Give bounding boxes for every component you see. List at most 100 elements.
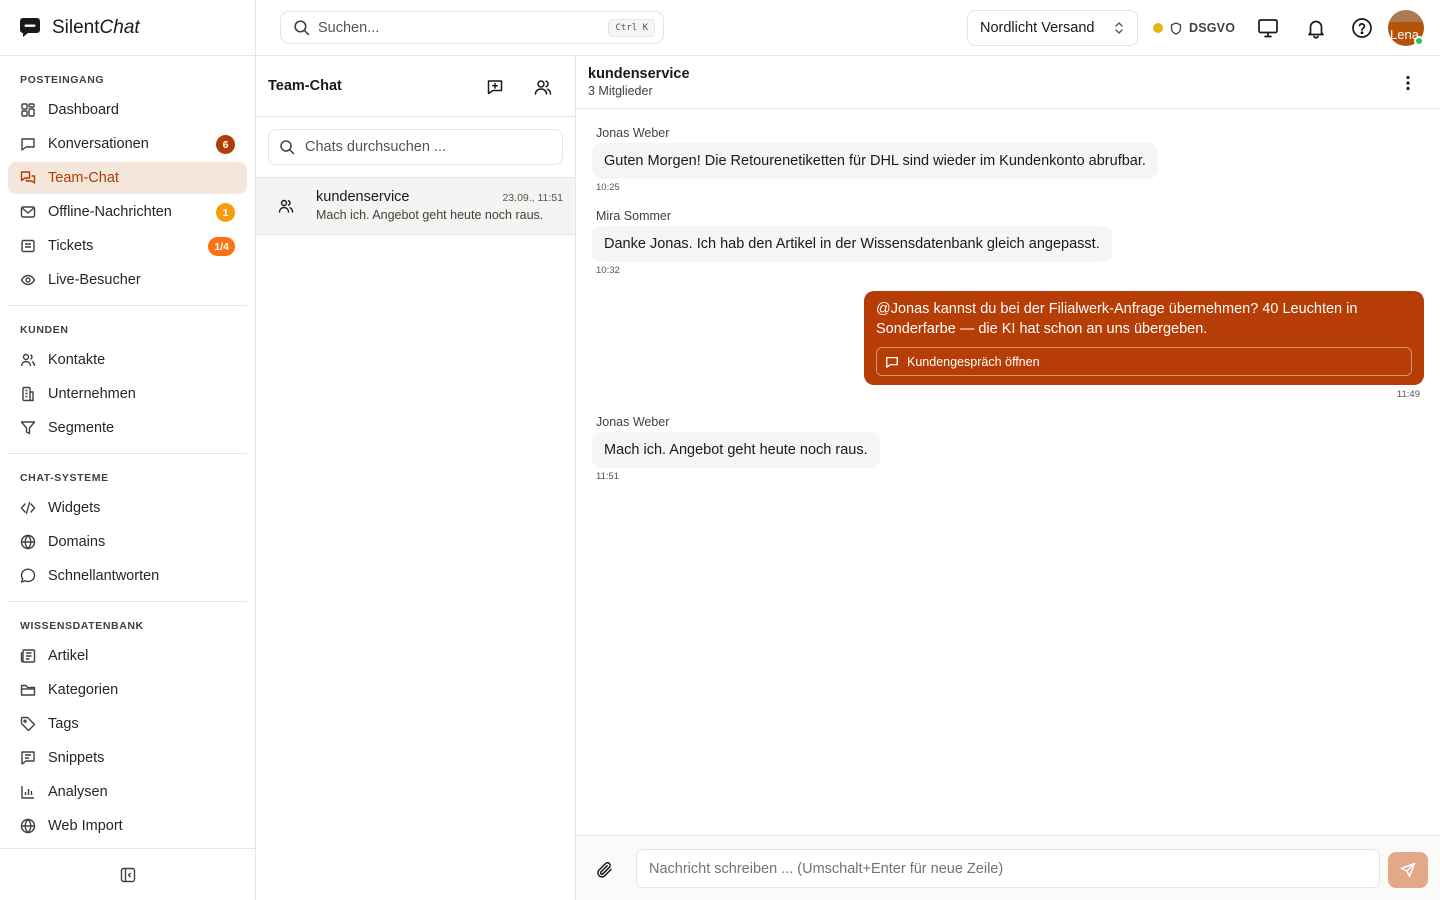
message-sender: Jonas Weber (596, 415, 670, 429)
bell-icon[interactable] (1304, 16, 1328, 40)
open-customer-conversation-label: Kundengespräch öffnen (907, 354, 1040, 369)
sidebar-item-label: Snippets (48, 750, 105, 766)
chat-search-input[interactable]: Chats durchsuchen ... (268, 129, 563, 165)
ticket-count-badge: 1/4 (208, 237, 235, 256)
sidebar-item-label: Konversationen (48, 136, 149, 152)
global-search-input[interactable]: Suchen... Ctrl K (280, 11, 664, 44)
sidebar-item-label: Tickets (48, 238, 94, 254)
sidebar-footer (0, 848, 256, 900)
message-sender: Jonas Weber (596, 126, 670, 140)
sidebar-item-offline-nachrichten[interactable]: Offline-Nachrichten 1 (8, 196, 247, 228)
dsgvo-status[interactable]: DSGVO (1153, 19, 1235, 37)
sidebar-item-tags[interactable]: Tags (8, 708, 247, 740)
message-time: 11:49 (1396, 389, 1420, 400)
sidebar-item-label: Domains (48, 534, 106, 550)
sidebar-item-schnellantworten[interactable]: Schnellantworten (8, 560, 247, 592)
sidebar-item-tickets[interactable]: Tickets 1/4 (8, 230, 247, 262)
message-time: 10:25 (596, 182, 620, 193)
conversation-header: kundenservice 3 Mitglieder (576, 56, 1440, 109)
sidebar-item-label: Kategorien (48, 682, 119, 698)
sidebar-item-label: Widgets (48, 500, 101, 516)
sidebar-item-label: Offline-Nachrichten (48, 204, 172, 220)
online-status-dot (1414, 36, 1424, 46)
collapse-sidebar-icon[interactable] (120, 867, 136, 883)
chat-preview: Mach ich. Angebot geht heute noch raus. (316, 208, 544, 222)
sidebar-item-label: Artikel (48, 648, 89, 664)
conversation-title: kundenservice (588, 66, 690, 82)
sidebar-item-label: Web Import (48, 818, 123, 834)
newspaper-icon (20, 648, 36, 664)
sidebar-item-label: Analysen (48, 784, 108, 800)
sidebar-item-web-import[interactable]: Web Import (8, 810, 247, 842)
monitor-icon[interactable] (1256, 16, 1280, 40)
more-options-icon[interactable] (1396, 71, 1420, 95)
messages-icon (20, 170, 36, 186)
sidebar-nav: POSTEINGANG Dashboard Konversationen 6 T… (8, 56, 247, 848)
members-icon[interactable] (531, 75, 555, 99)
sidebar-item-unternehmen[interactable]: Unternehmen (8, 378, 247, 410)
chat-list-item[interactable]: kundenservice 23.09., 11:51 Mach ich. An… (256, 178, 575, 235)
search-icon (293, 19, 310, 36)
sidebar: SilentChat POSTEINGANG Dashboard Konvers… (0, 0, 256, 900)
eye-icon (20, 272, 36, 288)
sidebar-item-live-besucher[interactable]: Live-Besucher (8, 264, 247, 296)
section-label-chat-systeme: CHAT-SYSTEME (20, 472, 109, 484)
send-button[interactable] (1388, 852, 1428, 888)
folder-icon (20, 682, 36, 698)
sidebar-item-label: Live-Besucher (48, 272, 141, 288)
sidebar-item-label: Kontakte (48, 352, 106, 368)
mail-icon (20, 204, 36, 220)
open-customer-conversation-button[interactable]: Kundengespräch öffnen (876, 347, 1412, 376)
sidebar-item-label: Tags (48, 716, 79, 732)
tag-icon (20, 716, 36, 732)
dashboard-icon (20, 102, 36, 118)
store-switcher[interactable]: Nordlicht Versand (967, 10, 1138, 46)
brand-logo[interactable]: SilentChat (18, 14, 140, 42)
sidebar-item-konversationen[interactable]: Konversationen 6 (8, 128, 247, 160)
message-input[interactable]: Nachricht schreiben ... (Umschalt+Enter … (636, 849, 1380, 888)
sidebar-item-snippets[interactable]: Snippets (8, 742, 247, 774)
bar-chart-icon (20, 784, 36, 800)
message-time: 10:32 (596, 265, 620, 276)
message-time: 11:51 (596, 471, 620, 482)
users-icon (20, 352, 36, 368)
conversation-member-count: 3 Mitglieder (588, 84, 653, 98)
message-square-icon (885, 355, 899, 369)
sidebar-item-analysen[interactable]: Analysen (8, 776, 247, 808)
brand-name: SilentChat (52, 17, 140, 38)
unread-badge: 6 (216, 135, 235, 154)
message-bubble: Danke Jonas. Ich hab den Artikel in der … (592, 226, 1112, 262)
sidebar-item-team-chat[interactable]: Team-Chat (8, 162, 247, 194)
globe-icon (20, 818, 36, 834)
chat-name: kundenservice (316, 189, 410, 205)
chat-search-placeholder: Chats durchsuchen ... (305, 139, 447, 155)
section-label-kunden: KUNDEN (20, 324, 69, 336)
sidebar-item-segmente[interactable]: Segmente (8, 412, 247, 444)
sidebar-item-dashboard[interactable]: Dashboard (8, 94, 247, 126)
sidebar-item-kontakte[interactable]: Kontakte (8, 344, 247, 376)
sidebar-item-label: Schnellantworten (48, 568, 160, 584)
message-square-icon (20, 136, 36, 152)
help-icon[interactable] (1350, 16, 1374, 40)
search-icon (279, 139, 295, 155)
sidebar-item-domains[interactable]: Domains (8, 526, 247, 558)
message-bubble: Mach ich. Angebot geht heute noch raus. (592, 432, 880, 468)
message-composer: Nachricht schreiben ... (Umschalt+Enter … (576, 835, 1440, 900)
chat-list-title: Team-Chat (268, 78, 342, 94)
snippet-icon (20, 750, 36, 766)
sidebar-item-widgets[interactable]: Widgets (8, 492, 247, 524)
sidebar-item-kategorien[interactable]: Kategorien (8, 674, 247, 706)
globe-icon (20, 534, 36, 550)
message-list: Jonas Weber Guten Morgen! Die Retourenet… (576, 109, 1440, 835)
message-bubble: Guten Morgen! Die Retourenetiketten für … (592, 143, 1158, 179)
section-label-posteingang: POSTEINGANG (20, 74, 105, 86)
paperclip-icon[interactable] (596, 861, 614, 879)
own-message-text: @Jonas kannst du bei der Filialwerk-Anfr… (876, 301, 1358, 337)
new-chat-icon[interactable] (483, 75, 507, 99)
sidebar-item-label: Unternehmen (48, 386, 136, 402)
chat-timestamp: 23.09., 11:51 (502, 192, 563, 204)
status-dot (1153, 23, 1163, 33)
sidebar-item-artikel[interactable]: Artikel (8, 640, 247, 672)
compliance-label: DSGVO (1189, 21, 1236, 35)
sidebar-item-label: Segmente (48, 420, 115, 436)
